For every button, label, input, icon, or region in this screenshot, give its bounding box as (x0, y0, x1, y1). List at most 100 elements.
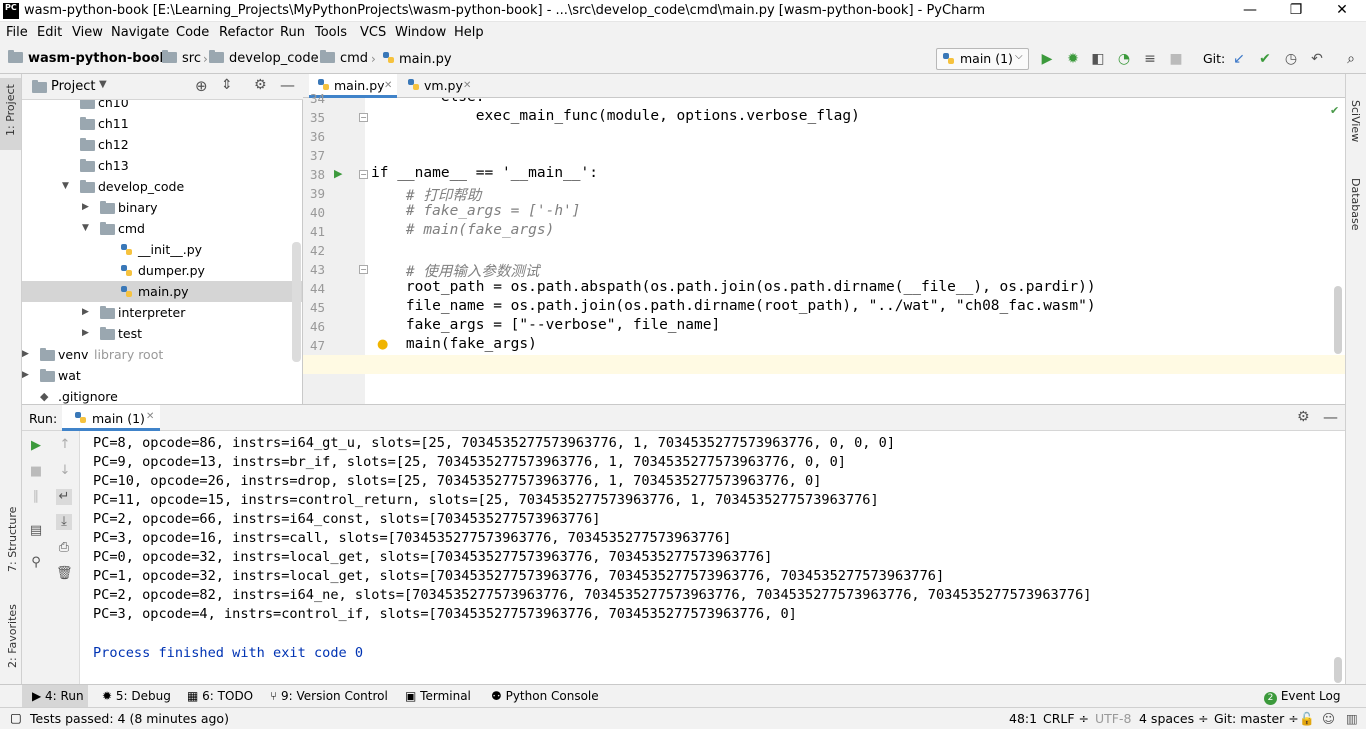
tree-item[interactable]: dumper.py (22, 260, 302, 281)
minimize-button[interactable]: — (1227, 0, 1273, 22)
line-separator[interactable]: CRLF ÷ (1043, 711, 1089, 726)
layout-icon[interactable]: ▤ (28, 523, 44, 539)
tree-item[interactable]: main.py (22, 281, 302, 302)
tree-item[interactable]: ▶ venv library root (22, 344, 302, 365)
menu-view[interactable]: View (72, 25, 103, 40)
chevron-right-icon[interactable]: ▶ (22, 365, 29, 386)
menu-code[interactable]: Code (176, 25, 209, 40)
scroll-to-end-icon[interactable]: ⤓ (56, 514, 72, 530)
git-update-icon[interactable]: ↙ (1230, 50, 1248, 68)
chevron-right-icon[interactable]: ▶ (82, 197, 89, 218)
project-panel-title[interactable]: Project (51, 79, 95, 94)
close-icon[interactable]: ✕ (146, 411, 154, 422)
trash-icon[interactable]: 🗑 (56, 566, 73, 582)
favorites-tool-tab[interactable]: 2: Favorites (6, 604, 19, 668)
menu-window[interactable]: Window (395, 25, 446, 40)
breadcrumb-main-py[interactable]: main.py (382, 51, 452, 67)
run-configuration-select[interactable]: main (1) ⌵ (936, 48, 1029, 70)
tool-tab-version-control[interactable]: ⑂ 9: Version Control (270, 689, 388, 703)
tree-item[interactable]: __init__.py (22, 239, 302, 260)
hide-panel-icon[interactable]: — (280, 76, 295, 94)
stop-icon[interactable]: ■ (1167, 50, 1185, 68)
tree-item[interactable]: ch10 (22, 100, 302, 113)
run-console[interactable]: PC=8, opcode=86, instrs=i64_gt_u, slots=… (80, 431, 1345, 684)
inspection-ok-icon[interactable]: ✔ (1330, 104, 1339, 117)
chevron-right-icon[interactable]: ▶ (82, 323, 89, 344)
database-tool-tab[interactable]: Database (1349, 178, 1362, 231)
tree-item[interactable]: ch12 (22, 134, 302, 155)
tab-vm-py[interactable]: vm.py ✕ (399, 74, 481, 98)
run-icon[interactable]: ▶ (1038, 50, 1056, 68)
collapse-all-icon[interactable]: ⇕ (221, 77, 233, 93)
debug-icon[interactable]: ✹ (1064, 50, 1082, 68)
stop-icon[interactable]: ■ (28, 464, 44, 480)
tool-tab-python-console[interactable]: ⚉ Python Console (491, 689, 599, 703)
tool-tab-run[interactable]: ▶ 4: Run (22, 685, 88, 707)
chevron-down-icon[interactable]: ▼ (82, 218, 89, 239)
chevron-right-icon[interactable]: ▶ (82, 302, 89, 323)
arrow-down-icon[interactable]: ↓ (57, 463, 73, 479)
tree-item[interactable]: ▶ interpreter (22, 302, 302, 323)
status-message[interactable]: Tests passed: 4 (8 minutes ago) (30, 711, 229, 726)
status-layout-icon[interactable]: ▢ (10, 710, 22, 725)
chevron-down-icon[interactable]: ▼ (99, 79, 107, 90)
breadcrumb-src[interactable]: src (162, 50, 201, 66)
history-icon[interactable]: ◷ (1282, 50, 1300, 68)
lock-icon[interactable]: 🔓 (1299, 711, 1315, 727)
print-icon[interactable]: ⎙ (56, 540, 72, 556)
console-scrollbar[interactable] (1334, 657, 1342, 683)
menu-file[interactable]: File (6, 25, 28, 40)
breadcrumb-project[interactable]: wasm-python-book (8, 50, 168, 66)
caret-position[interactable]: 48:1 (1009, 711, 1037, 726)
gear-icon[interactable]: ⚙ (254, 77, 267, 93)
gear-icon[interactable]: ⚙ (1297, 409, 1310, 425)
inspector-icon[interactable]: ☺ (1322, 711, 1335, 726)
menu-tools[interactable]: Tools (315, 25, 347, 40)
rollback-icon[interactable]: ↶ (1308, 50, 1326, 68)
run-tab-main[interactable]: main (1) ✕ (62, 405, 160, 431)
tool-tab-terminal[interactable]: ▣ Terminal (405, 689, 471, 703)
indent-setting[interactable]: 4 spaces ÷ (1139, 711, 1209, 726)
menu-run[interactable]: Run (280, 25, 305, 40)
git-commit-icon[interactable]: ✔ (1256, 50, 1274, 68)
pause-icon[interactable]: ∥ (28, 489, 44, 505)
arrow-up-icon[interactable]: ↑ (57, 437, 73, 453)
coverage-icon[interactable]: ◧ (1089, 50, 1107, 68)
restore-button[interactable]: ❐ (1273, 0, 1319, 22)
search-icon[interactable]: ⌕ (1342, 50, 1360, 68)
tree-item[interactable]: ▼ cmd (22, 218, 302, 239)
chevron-right-icon[interactable]: ▶ (22, 344, 29, 365)
menu-refactor[interactable]: Refactor (219, 25, 274, 40)
tool-tab-debug[interactable]: ✹ 5: Debug (102, 689, 171, 703)
breadcrumb-develop-code[interactable]: develop_code (209, 50, 319, 66)
profile-icon[interactable]: ◔ (1115, 50, 1133, 68)
concurrency-icon[interactable]: ≡ (1141, 50, 1159, 68)
notification-icon[interactable]: ▥ (1346, 711, 1358, 726)
menu-help[interactable]: Help (454, 25, 484, 40)
structure-tool-tab[interactable]: 7: Structure (6, 507, 19, 572)
tool-tab-todo[interactable]: ▦ 6: TODO (187, 689, 253, 703)
pin-icon[interactable]: ⚲ (28, 555, 44, 571)
tree-item[interactable]: ▼ develop_code (22, 176, 302, 197)
tree-item[interactable]: ▶ binary (22, 197, 302, 218)
tree-item[interactable]: ch11 (22, 113, 302, 134)
tree-item[interactable]: ▶ wat (22, 365, 302, 386)
breadcrumb-cmd[interactable]: cmd (320, 50, 368, 66)
soft-wrap-icon[interactable]: ↵ (56, 489, 72, 505)
tree-scrollbar[interactable] (292, 242, 301, 362)
menu-edit[interactable]: Edit (37, 25, 62, 40)
file-encoding[interactable]: UTF-8 (1095, 711, 1131, 726)
sciview-tool-tab[interactable]: SciView (1349, 100, 1362, 142)
hide-panel-icon[interactable]: — (1323, 408, 1338, 426)
git-branch[interactable]: Git: master ÷ (1214, 711, 1299, 726)
rerun-icon[interactable]: ▶ (28, 438, 44, 454)
chevron-down-icon[interactable]: ▼ (62, 176, 69, 197)
editor-scrollbar[interactable] (1334, 286, 1342, 354)
event-log-button[interactable]: 2 Event Log (1264, 689, 1340, 705)
locate-icon[interactable]: ⊕ (195, 77, 208, 95)
close-icon[interactable]: ✕ (384, 74, 392, 98)
tree-item[interactable]: ch13 (22, 155, 302, 176)
tree-item[interactable]: ◆ .gitignore (22, 386, 302, 404)
close-icon[interactable]: ✕ (463, 74, 471, 98)
tree-item[interactable]: ▶ test (22, 323, 302, 344)
